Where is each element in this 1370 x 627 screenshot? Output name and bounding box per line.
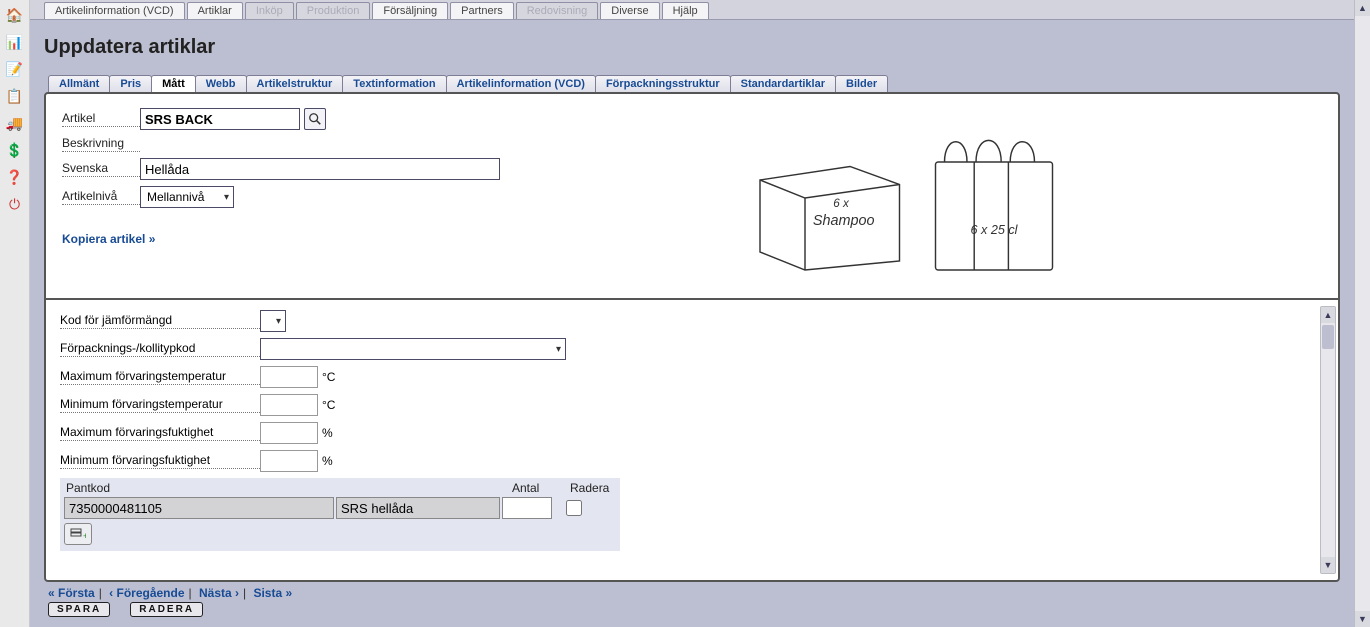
money-icon[interactable]: 💲	[4, 139, 26, 161]
window-scroll-up-icon[interactable]: ▲	[1355, 0, 1370, 16]
top-tab-artikelinformation-vcd-[interactable]: Artikelinformation (VCD)	[44, 2, 185, 19]
top-tab-diverse[interactable]: Diverse	[600, 2, 659, 19]
pantkod-row	[64, 497, 616, 519]
svenska-label: Svenska	[62, 161, 140, 177]
package-illustration: 6 x Shampoo 6 x 25 cl	[522, 108, 1322, 288]
scroll-down-icon[interactable]: ▼	[1321, 557, 1335, 573]
min-hum-input[interactable]	[260, 450, 318, 472]
svg-text:Shampoo: Shampoo	[813, 213, 875, 229]
inner-tab-artikelstruktur[interactable]: Artikelstruktur	[246, 75, 344, 92]
stats-icon[interactable]: 📊	[4, 31, 26, 53]
max-temp-unit: °C	[322, 370, 335, 384]
top-tab-ink-p: Inköp	[245, 2, 294, 19]
top-tab-produktion: Produktion	[296, 2, 371, 19]
delete-button[interactable]: RADERA	[130, 602, 203, 617]
max-temp-label: Maximum förvaringstemperatur	[60, 369, 260, 385]
window-scroll-down-icon[interactable]: ▼	[1355, 611, 1370, 627]
top-tab-redovisning: Redovisning	[516, 2, 599, 19]
pantkod-col-header: Pantkod	[66, 481, 344, 495]
pantkod-code-input[interactable]	[64, 497, 334, 519]
pager-first[interactable]: « Första	[48, 586, 95, 600]
pantkod-section: Pantkod Antal Radera +	[60, 478, 620, 551]
inner-tab-mått[interactable]: Mått	[151, 75, 196, 92]
min-hum-unit: %	[322, 454, 333, 468]
main-panel: Artikel Beskrivning Svenska	[44, 92, 1340, 582]
min-temp-input[interactable]	[260, 394, 318, 416]
min-temp-label: Minimum förvaringstemperatur	[60, 397, 260, 413]
kod-label: Kod för jämförmängd	[60, 313, 260, 329]
top-tab-f-rs-ljning[interactable]: Försäljning	[372, 2, 448, 19]
artikelniva-label: Artikelnivå	[62, 189, 140, 205]
list-icon[interactable]: 📋	[4, 85, 26, 107]
beskrivning-label: Beskrivning	[62, 136, 140, 152]
max-hum-input[interactable]	[260, 422, 318, 444]
help-icon[interactable]: ❓	[4, 166, 26, 188]
window-scrollbar[interactable]: ▲ ▼	[1354, 0, 1370, 627]
truck-icon[interactable]: 🚚	[4, 112, 26, 134]
antal-col-header: Antal	[512, 481, 570, 495]
forpack-select[interactable]	[260, 338, 566, 360]
top-tab-hj-lp[interactable]: Hjälp	[662, 2, 709, 19]
pantkod-antal-input[interactable]	[502, 497, 552, 519]
inner-tab-artikelinformation-vcd-[interactable]: Artikelinformation (VCD)	[446, 75, 596, 92]
inner-tab-bar: AllmäntPrisMåttWebbArtikelstrukturTextin…	[48, 75, 1340, 92]
min-hum-label: Minimum förvaringsfuktighet	[60, 453, 260, 469]
pager-next[interactable]: Nästa ›	[199, 586, 239, 600]
svenska-input[interactable]	[140, 158, 500, 180]
scroll-thumb[interactable]	[1322, 325, 1334, 349]
inner-tab-pris[interactable]: Pris	[109, 75, 152, 92]
inner-tab-bilder[interactable]: Bilder	[835, 75, 888, 92]
kod-select[interactable]	[260, 310, 286, 332]
artikel-input[interactable]	[140, 108, 300, 130]
copy-article-link[interactable]: Kopiera artikel »	[62, 232, 155, 246]
artikelniva-value: Mellannivå	[147, 190, 204, 204]
page-title: Uppdatera artiklar	[44, 36, 1340, 59]
inner-tab-allmänt[interactable]: Allmänt	[48, 75, 110, 92]
artikel-label: Artikel	[62, 111, 140, 127]
inner-tab-förpackningsstruktur[interactable]: Förpackningsstruktur	[595, 75, 731, 92]
max-hum-unit: %	[322, 426, 333, 440]
add-pantkod-row-button[interactable]: +	[64, 523, 92, 545]
home-icon[interactable]: 🏠	[4, 4, 26, 26]
note-icon[interactable]: 📝	[4, 58, 26, 80]
svg-text:+: +	[83, 531, 86, 541]
artikel-search-button[interactable]	[304, 108, 326, 130]
inner-tab-webb[interactable]: Webb	[195, 75, 247, 92]
min-temp-unit: °C	[322, 398, 335, 412]
magnifier-icon	[308, 112, 322, 126]
inner-tab-standardartiklar[interactable]: Standardartiklar	[730, 75, 836, 92]
panel-scrollbar[interactable]: ▲ ▼	[1320, 306, 1336, 574]
left-sidebar: 🏠 📊 📝 📋 🚚 💲 ❓ ⏻	[0, 0, 30, 627]
pantkod-desc-input[interactable]	[336, 497, 500, 519]
svg-text:6 x: 6 x	[833, 197, 850, 210]
add-row-icon: +	[70, 527, 86, 541]
pantkod-radera-checkbox[interactable]	[566, 500, 582, 516]
top-tab-artiklar[interactable]: Artiklar	[187, 2, 243, 19]
inner-tab-textinformation[interactable]: Textinformation	[342, 75, 446, 92]
save-button[interactable]: SPARA	[48, 602, 110, 617]
pager-prev[interactable]: ‹ Föregående	[109, 586, 184, 600]
pager: « Första| ‹ Föregående| Nästa ›| Sista »	[48, 586, 1336, 600]
forpack-label: Förpacknings-/kollitypkod	[60, 341, 260, 357]
top-tab-partners[interactable]: Partners	[450, 2, 514, 19]
svg-text:6 x 25 cl: 6 x 25 cl	[971, 223, 1019, 237]
pager-last[interactable]: Sista »	[253, 586, 292, 600]
artikelniva-select[interactable]: Mellannivå	[140, 186, 234, 208]
max-hum-label: Maximum förvaringsfuktighet	[60, 425, 260, 441]
max-temp-input[interactable]	[260, 366, 318, 388]
top-tab-bar: Artikelinformation (VCD)ArtiklarInköpPro…	[30, 0, 1354, 20]
radera-col-header: Radera	[570, 481, 616, 495]
scroll-up-icon[interactable]: ▲	[1321, 307, 1335, 323]
power-icon[interactable]: ⏻	[4, 193, 26, 215]
